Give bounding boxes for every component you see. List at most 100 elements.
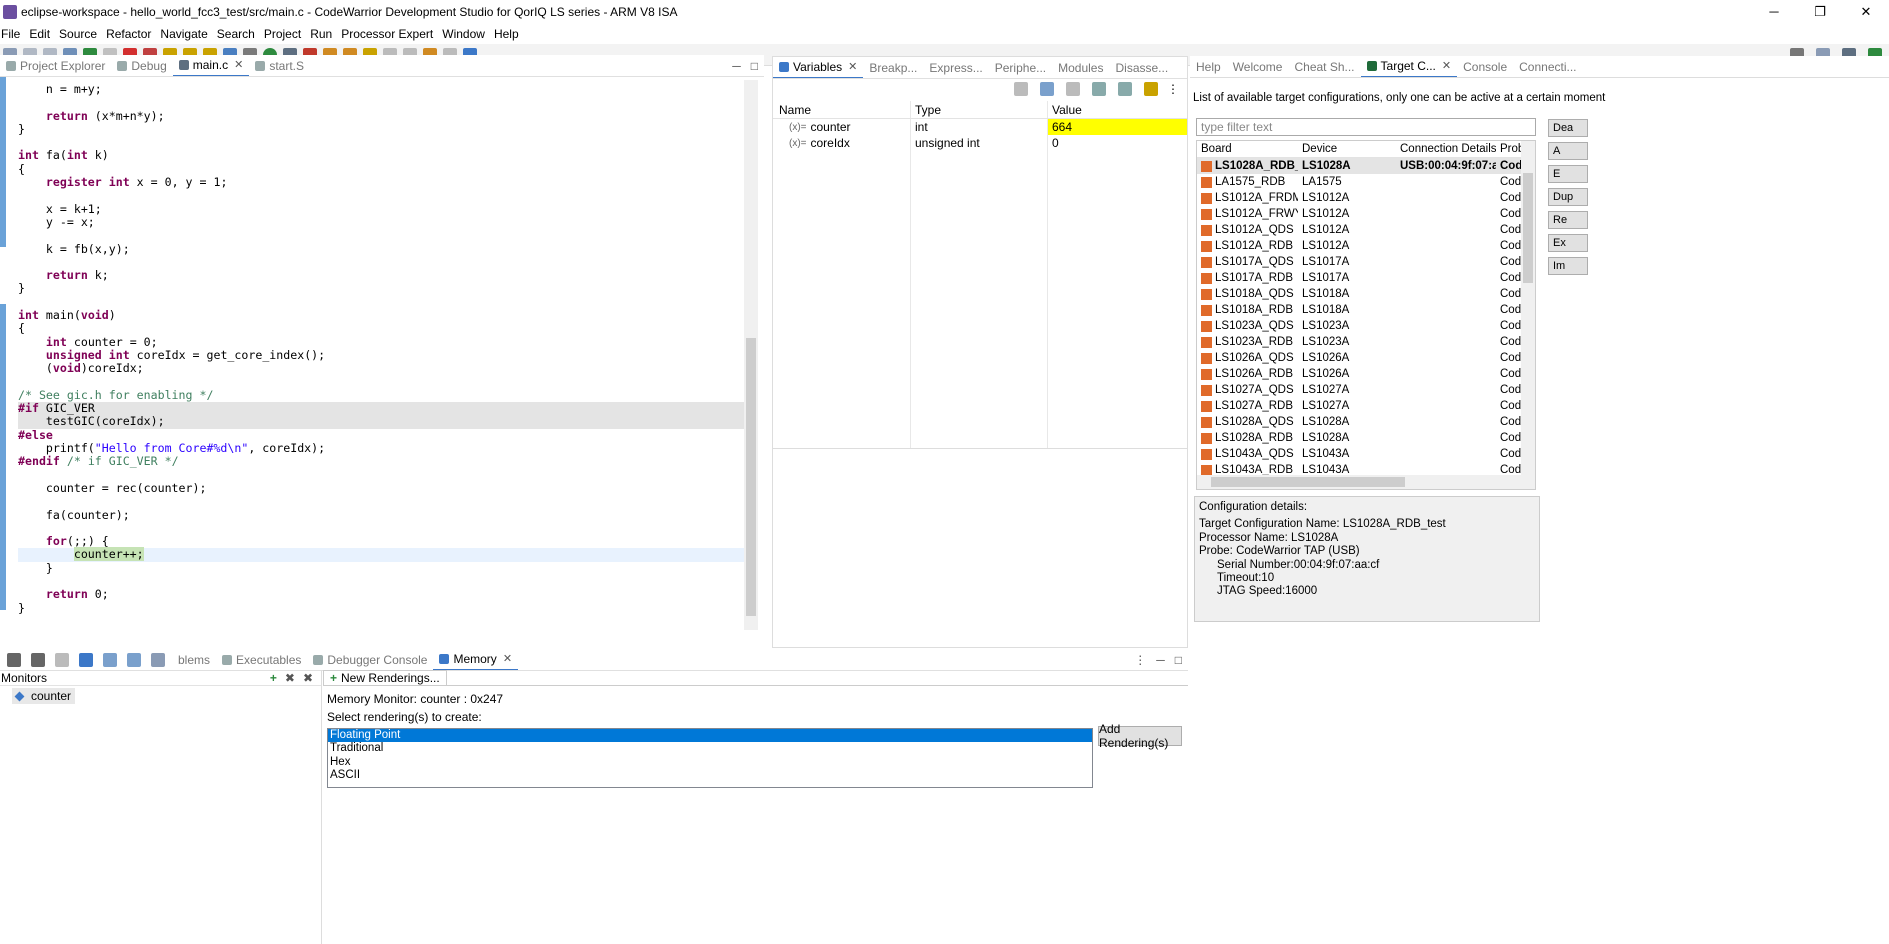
code-line[interactable]: return k; <box>18 268 744 282</box>
maximize-button[interactable]: ❐ <box>1797 4 1843 20</box>
filter-input[interactable]: type filter text <box>1196 118 1536 136</box>
table-row[interactable]: LS1023A_RDB LS1023A Code <box>1197 334 1535 350</box>
editor-vertical-scrollbar[interactable] <box>744 80 758 630</box>
minimize-view-icon[interactable]: ─ <box>732 59 741 73</box>
code-line[interactable]: (void)coreIdx; <box>18 361 744 375</box>
duplicate-button[interactable]: Dup <box>1548 188 1588 206</box>
add-renderings-button[interactable]: Add Rendering(s) <box>1098 722 1182 750</box>
variables-detail-pane[interactable] <box>773 448 1187 658</box>
col-device[interactable]: Device <box>1298 141 1396 157</box>
code-line[interactable]: fa(counter); <box>18 508 744 522</box>
targets-vertical-scrollbar[interactable] <box>1521 141 1535 475</box>
col-name[interactable]: Name <box>773 101 911 118</box>
col-board[interactable]: Board <box>1197 141 1298 157</box>
col-value[interactable]: Value <box>1048 101 1187 118</box>
remove-button[interactable]: Re <box>1548 211 1588 229</box>
list-item[interactable]: counter <box>12 688 76 704</box>
code-line[interactable] <box>18 229 744 242</box>
menu-window[interactable]: Window <box>441 27 493 41</box>
deactivate-button[interactable]: Dea <box>1548 119 1588 137</box>
code-line[interactable] <box>18 189 744 202</box>
table-row[interactable]: LS1028A_RDB LS1028A Code <box>1197 430 1535 446</box>
code-line[interactable]: #else <box>18 428 744 442</box>
tab-peripherals[interactable]: Periphe... <box>989 57 1052 78</box>
code-line[interactable]: k = fb(x,y); <box>18 242 744 256</box>
code-line[interactable]: return 0; <box>18 587 744 601</box>
new-renderings-tab[interactable]: + New Renderings... <box>323 669 447 686</box>
tab-start-s[interactable]: start.S <box>249 55 310 76</box>
rendering-list[interactable]: Floating Point Traditional Hex ASCII <box>327 728 1093 788</box>
code-line[interactable] <box>18 296 744 309</box>
code-line[interactable]: int counter = 0; <box>18 335 744 349</box>
code-line[interactable]: } <box>18 561 744 575</box>
menu-file[interactable]: File <box>0 27 28 41</box>
code-line[interactable]: } <box>18 122 744 136</box>
tab-breakpoints[interactable]: Breakp... <box>863 57 923 78</box>
menu-run[interactable]: Run <box>309 27 340 41</box>
table-row[interactable]: LS1026A_RDB LS1026A Code <box>1197 366 1535 382</box>
table-row[interactable]: LS1012A_FRWY LS1012A Code <box>1197 206 1535 222</box>
table-row[interactable]: LS1018A_RDB LS1018A Code <box>1197 302 1535 318</box>
collapse-all-icon[interactable] <box>1014 82 1028 96</box>
rendering-option-traditional[interactable]: Traditional <box>328 742 1092 755</box>
link-rendering-icon[interactable] <box>55 652 69 667</box>
code-line[interactable]: /* See gic.h for enabling */ <box>18 388 744 402</box>
table-row[interactable]: LS1043A_QDS LS1043A Code <box>1197 446 1535 462</box>
close-tab-icon[interactable]: ✕ <box>1442 59 1451 72</box>
table-row[interactable]: LS1027A_QDS LS1027A Code <box>1197 382 1535 398</box>
remove-global-icon[interactable] <box>1118 82 1132 96</box>
tab-disassembly[interactable]: Disasse... <box>1109 57 1174 78</box>
code-line[interactable] <box>18 469 744 482</box>
table-row[interactable]: LS1018A_QDS LS1018A Code <box>1197 286 1535 302</box>
maximize-view-icon[interactable]: □ <box>1175 653 1182 667</box>
table-row[interactable]: LS1026A_QDS LS1026A Code <box>1197 350 1535 366</box>
code-line[interactable]: register int x = 0, y = 1; <box>18 175 744 189</box>
table-row[interactable]: (x)= counter int 664 <box>773 119 1187 135</box>
menu-refactor[interactable]: Refactor <box>105 27 159 41</box>
tab-project-explorer[interactable]: Project Explorer <box>0 55 111 76</box>
activate-button[interactable]: A <box>1548 142 1588 160</box>
tab-memory[interactable]: Memory ✕ <box>433 649 519 670</box>
menu-processor-expert[interactable]: Processor Expert <box>340 27 441 41</box>
minimize-button[interactable]: ─ <box>1751 4 1797 20</box>
close-tab-icon[interactable]: ✕ <box>234 58 243 71</box>
refresh-icon[interactable] <box>1144 82 1158 96</box>
tab-problems[interactable]: blems <box>172 649 216 670</box>
code-line[interactable]: unsigned int coreIdx = get_core_index(); <box>18 348 744 362</box>
minimize-view-icon[interactable]: ─ <box>1156 653 1165 667</box>
table-row[interactable]: LS1028A_QDS LS1028A Code <box>1197 414 1535 430</box>
tab-welcome[interactable]: Welcome <box>1227 56 1289 77</box>
import-button[interactable]: Im <box>1548 257 1588 275</box>
code-line[interactable]: n = m+y; <box>18 82 744 96</box>
targets-horizontal-scrollbar[interactable] <box>1197 475 1535 489</box>
tab-help[interactable]: Help <box>1190 56 1227 77</box>
tab-console[interactable]: Console <box>1457 56 1513 77</box>
code-content[interactable]: n = m+y; return (x*m+n*y);} int fa(int k)… <box>18 82 744 615</box>
table-row[interactable]: LS1017A_RDB LS1017A Code <box>1197 270 1535 286</box>
menu-source[interactable]: Source <box>58 27 105 41</box>
menu-project[interactable]: Project <box>263 27 309 41</box>
tab-connections[interactable]: Connecti... <box>1513 56 1582 77</box>
code-line[interactable] <box>18 522 744 535</box>
tab-expressions[interactable]: Express... <box>923 57 988 78</box>
add-monitor-icon[interactable]: + <box>270 671 277 685</box>
changed-value[interactable]: 664 <box>1048 119 1187 135</box>
code-line[interactable]: { <box>18 162 744 176</box>
new-tab-icon[interactable] <box>103 652 117 667</box>
tab-main-c[interactable]: main.c ✕ <box>172 55 250 76</box>
remove-all-monitors-icon[interactable]: ✖ <box>303 671 313 685</box>
table-row[interactable]: (x)= coreIdx unsigned int 0 <box>773 135 1187 151</box>
tab-target-configurations[interactable]: Target C... ✕ <box>1360 56 1458 77</box>
code-line[interactable] <box>18 136 744 149</box>
table-row[interactable]: LS1012A_RDB LS1012A Code <box>1197 238 1535 254</box>
code-line[interactable] <box>18 495 744 508</box>
code-line[interactable]: int main(void) <box>18 308 744 322</box>
code-line[interactable]: x = k+1; <box>18 202 744 216</box>
toggle-memory-monitor-icon[interactable] <box>7 652 21 667</box>
code-line[interactable]: counter++; <box>18 547 744 562</box>
toggle-split-pane-icon[interactable] <box>31 652 45 667</box>
tab-cheat-sheets[interactable]: Cheat Sh... <box>1288 56 1360 77</box>
pin-icon[interactable] <box>151 652 165 667</box>
view-menu-icon[interactable]: ⋮ <box>1167 82 1179 96</box>
menu-search[interactable]: Search <box>216 27 263 41</box>
